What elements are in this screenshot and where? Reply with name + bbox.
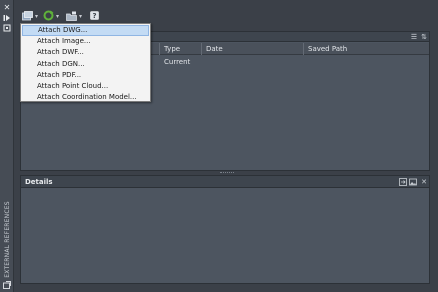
palette-vertical-title: EXTERNAL REFERENCES	[3, 200, 11, 278]
attach-icon	[22, 10, 33, 23]
change-path-icon	[66, 11, 77, 23]
chevron-down-icon: ▾	[35, 13, 39, 20]
close-icon[interactable]: ✕	[2, 3, 12, 13]
menu-item-attach-point-cloud[interactable]: Attach Point Cloud...	[21, 81, 150, 92]
preview-icon[interactable]	[409, 178, 417, 186]
refresh-button[interactable]: ▾	[43, 10, 60, 23]
help-button[interactable]: ?	[90, 11, 99, 22]
palette-icon[interactable]	[2, 280, 12, 290]
list-view-icon[interactable]: ☰	[410, 33, 418, 41]
chevron-down-icon: ▾	[56, 13, 60, 20]
change-path-button[interactable]: ▾	[66, 11, 82, 22]
column-date[interactable]: Date	[201, 43, 303, 55]
attach-menu: Attach DWG... Attach Image... Attach DWF…	[20, 23, 151, 102]
properties-icon[interactable]	[2, 23, 12, 33]
column-saved-path[interactable]: Saved Path	[303, 43, 429, 55]
details-header: Details ✕	[20, 175, 430, 188]
details-panel	[20, 188, 430, 284]
help-icon: ?	[90, 11, 99, 22]
details-title: Details	[25, 178, 53, 186]
auto-hide-icon[interactable]	[2, 13, 12, 23]
details-icon[interactable]	[399, 178, 407, 186]
svg-text:?: ?	[92, 12, 96, 20]
chevron-down-icon: ▾	[79, 13, 83, 20]
splitter-grip[interactable]	[220, 172, 234, 174]
menu-item-attach-dgn[interactable]: Attach DGN...	[21, 59, 150, 70]
menu-item-attach-coordination-model[interactable]: Attach Coordination Model...	[21, 92, 150, 103]
tree-view-icon[interactable]: ⇅	[420, 33, 428, 41]
menu-item-attach-dwf[interactable]: Attach DWF...	[21, 47, 150, 58]
menu-item-attach-image[interactable]: Attach Image...	[21, 36, 150, 47]
close-icon[interactable]: ✕	[420, 178, 428, 186]
menu-item-attach-dwg[interactable]: Attach DWG...	[22, 25, 149, 37]
row-type-cell: Current	[164, 58, 191, 66]
column-type[interactable]: Type	[159, 43, 201, 55]
palette-side-strip: ✕ EXTERNAL REFERENCES	[0, 0, 14, 292]
attach-button[interactable]: ▾	[22, 10, 39, 23]
menu-item-attach-pdf[interactable]: Attach PDF...	[21, 70, 150, 81]
refresh-icon	[43, 10, 54, 23]
